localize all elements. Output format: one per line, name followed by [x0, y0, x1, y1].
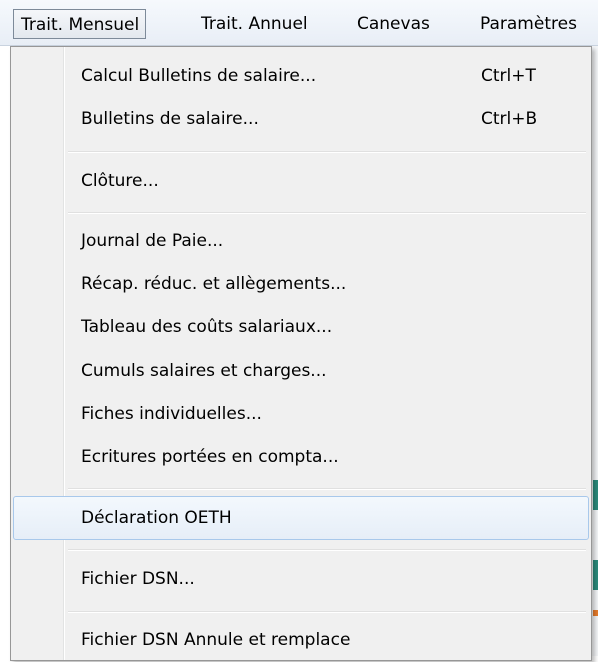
menu-item-fiches-individuelles[interactable]: Fiches individuelles...: [13, 392, 589, 436]
menu-item-calcul-bulletins[interactable]: Calcul Bulletins de salaire... Ctrl+T: [13, 54, 589, 98]
menu-item-label: Cumuls salaires et charges...: [81, 361, 327, 381]
menu-item-tableau-couts[interactable]: Tableau des coûts salariaux...: [13, 305, 589, 349]
menu-item-bulletins[interactable]: Bulletins de salaire... Ctrl+B: [13, 97, 589, 141]
menu-item-ecritures-compta[interactable]: Ecritures portées en compta...: [13, 435, 589, 479]
menu-item-label: Tableau des coûts salariaux...: [81, 317, 333, 337]
menu-separator: [68, 611, 586, 613]
menu-item-label: Récap. réduc. et allègements...: [81, 274, 347, 294]
menu-item-label: Ecritures portées en compta...: [81, 447, 339, 467]
menu-separator: [68, 212, 586, 214]
menu-item-label: Calcul Bulletins de salaire...: [81, 66, 317, 86]
menu-parametres[interactable]: Paramètres: [480, 9, 577, 39]
menu-separator: [68, 549, 586, 551]
menu-item-declaration-oeth[interactable]: Déclaration OETH: [13, 496, 589, 540]
menu-item-label: Fichier DSN Annule et remplace: [81, 630, 351, 650]
background-accent: [593, 610, 598, 616]
menu-item-cumuls-salaires[interactable]: Cumuls salaires et charges...: [13, 349, 589, 393]
menu-separator: [68, 151, 586, 153]
menu-item-fichier-dsn-annule[interactable]: Fichier DSN Annule et remplace: [13, 618, 589, 662]
menu-item-label: Bulletins de salaire...: [81, 109, 259, 129]
menu-item-fichier-dsn[interactable]: Fichier DSN...: [13, 557, 589, 601]
dropdown-menu: Calcul Bulletins de salaire... Ctrl+T Bu…: [10, 46, 592, 661]
menu-item-cloture[interactable]: Clôture...: [13, 159, 589, 203]
menu-item-label: Journal de Paie...: [81, 231, 224, 251]
background-accent: [593, 480, 598, 510]
menu-item-label: Fichier DSN...: [81, 569, 195, 589]
menu-bar: Trait. Mensuel Trait. Annuel Canevas Par…: [0, 0, 598, 46]
menu-trait-mensuel[interactable]: Trait. Mensuel: [13, 9, 147, 39]
menu-item-shortcut: Ctrl+T: [481, 66, 536, 86]
menu-item-label: Déclaration OETH: [81, 508, 232, 528]
menu-item-recap-reduc[interactable]: Récap. réduc. et allègements...: [13, 262, 589, 306]
menu-separator: [68, 488, 586, 490]
menu-item-journal-paie[interactable]: Journal de Paie...: [13, 219, 589, 263]
menu-item-shortcut: Ctrl+B: [481, 109, 538, 129]
menu-item-label: Clôture...: [81, 171, 159, 191]
menu-canevas[interactable]: Canevas: [357, 9, 430, 39]
menu-item-label: Fiches individuelles...: [81, 404, 262, 424]
menu-trait-annuel[interactable]: Trait. Annuel: [201, 9, 308, 39]
background-accent: [593, 560, 598, 590]
